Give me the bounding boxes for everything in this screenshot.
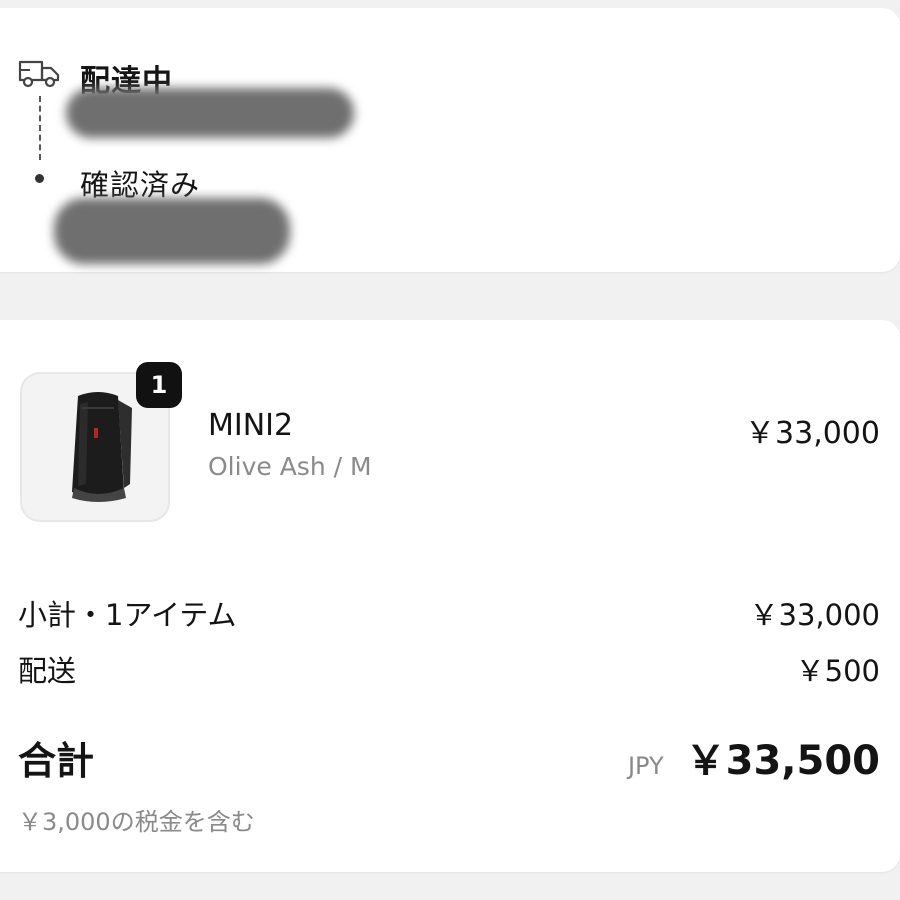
shipping-value: ￥500 [795,654,880,688]
redacted-details [54,198,290,264]
total-amount: JPY ￥33,500 [628,728,880,786]
timeline-connector [39,96,41,160]
order-summary-card: 1 MINI2 Olive Ash / M ￥33,000 小計・1アイテム ￥… [0,320,900,872]
total-value: ￥33,500 [685,738,880,784]
delivery-status-card: 配達中 確認済み [0,8,900,272]
tax-note: ￥3,000の税金を含む [18,808,255,836]
shipping-label: 配送 [18,654,77,688]
timeline-dot [35,174,44,183]
shipping-row: 配送 ￥500 [18,648,880,690]
subtotal-label: 小計・1アイテム [18,598,237,632]
product-name: MINI2 [208,408,294,443]
order-status-page: 配達中 確認済み 1 MINI2 Olive Ash / M ￥33,000 小… [0,0,900,900]
total-label: 合計 [18,739,95,783]
redacted-details [66,88,354,138]
backpack-image [72,392,132,502]
currency-code: JPY [627,752,664,780]
total-row: 合計 JPY ￥33,500 [18,728,880,786]
subtotal-value: ￥33,000 [749,598,880,632]
subtotal-row: 小計・1アイテム ￥33,000 [18,592,880,634]
product-price: ￥33,000 [745,416,880,451]
quantity-badge: 1 [136,362,182,408]
product-variant: Olive Ash / M [208,452,372,481]
truck-icon [18,60,60,88]
